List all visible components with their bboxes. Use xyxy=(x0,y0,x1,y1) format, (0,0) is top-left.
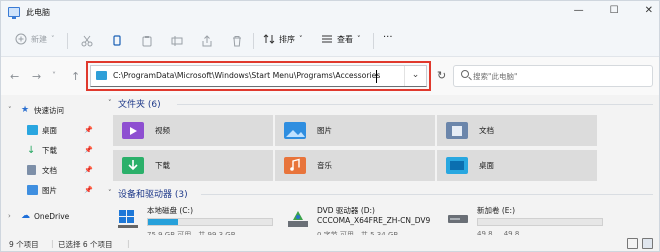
forward-arrow-icon[interactable]: → xyxy=(32,70,41,83)
divider xyxy=(253,33,254,49)
folder-videos[interactable]: 视频 xyxy=(113,115,273,146)
search-icon xyxy=(461,70,469,78)
divider xyxy=(201,194,653,195)
tiles-view-button[interactable] xyxy=(642,238,653,249)
rename-icon[interactable] xyxy=(171,35,183,47)
recent-dropdown-icon[interactable]: ˅ xyxy=(52,71,56,80)
chevron-down-icon[interactable]: ˅ xyxy=(108,99,112,107)
up-arrow-icon[interactable]: ↑ xyxy=(71,70,80,83)
star-icon: ★ xyxy=(21,105,30,115)
chevron-right-icon[interactable]: › xyxy=(8,212,11,220)
divider xyxy=(373,33,374,49)
chevron-down-icon: ˅ xyxy=(299,35,303,43)
window-title: 此电脑 xyxy=(26,8,50,17)
sidebar-item-desktop[interactable]: 桌面 📌 xyxy=(1,121,101,139)
share-icon[interactable] xyxy=(201,35,213,47)
address-row: ← → ˅ ↑ C:\ProgramData\Microsoft\Windows… xyxy=(1,57,659,95)
status-bar: 9 个项目 | 已选择 6 个项目 | xyxy=(1,235,659,251)
divider xyxy=(67,33,68,49)
pin-icon: 📌 xyxy=(84,126,93,134)
download-icon: ↓ xyxy=(27,145,36,156)
search-box[interactable]: 搜索"此电脑" xyxy=(453,65,657,87)
drive-icon xyxy=(96,71,107,80)
copy-icon[interactable] xyxy=(111,35,123,47)
videos-folder-icon xyxy=(122,122,144,139)
this-pc-icon xyxy=(8,7,20,19)
address-path[interactable]: C:\ProgramData\Microsoft\Windows\Start M… xyxy=(113,71,380,80)
sidebar-item-downloads[interactable]: ↓ 下载 📌 xyxy=(1,141,101,159)
chevron-down-icon[interactable]: ˅ xyxy=(108,189,112,197)
content-pane: ˅ 文件夹 (6) 视频 图片 文档 下载 音乐 桌面 ˅ 设备和驱动器 (3) xyxy=(105,95,657,239)
maximize-button[interactable]: ☐ xyxy=(610,5,619,16)
cloud-icon: ☁ xyxy=(21,211,30,221)
window-controls: — ☐ ✕ xyxy=(574,5,653,16)
document-icon xyxy=(27,165,36,175)
pin-icon: 📌 xyxy=(84,146,93,154)
storage-bar-fill xyxy=(148,219,178,225)
sidebar-item-onedrive[interactable]: › ☁ OneDrive xyxy=(1,207,101,225)
storage-bar xyxy=(147,218,273,226)
navigation-pane: ˅ ★ 快速访问 桌面 📌 ↓ 下载 📌 文档 📌 图片 📌 › ☁ OneDr… xyxy=(1,95,101,235)
folder-pictures[interactable]: 图片 xyxy=(275,115,435,146)
title-bar: 此电脑 — ☐ ✕ xyxy=(1,1,659,25)
desktop-icon xyxy=(27,125,38,135)
new-button[interactable]: 新建 ˅ xyxy=(15,33,55,45)
pictures-folder-icon xyxy=(284,122,306,139)
folder-documents[interactable]: 文档 xyxy=(437,115,597,146)
divider xyxy=(177,104,653,105)
view-icon xyxy=(322,35,332,43)
pin-icon: 📌 xyxy=(84,166,93,174)
item-count: 9 个项目 xyxy=(9,240,39,249)
divider: | xyxy=(51,239,54,248)
minimize-button[interactable]: — xyxy=(574,5,584,16)
sort-button[interactable]: 排序 ˅ xyxy=(263,33,303,45)
file-explorer-window: 此电脑 — ☐ ✕ 新建 ˅ 排序 ˅ 查看 ˅ ··· ← → ˅ ↑ C:\… xyxy=(0,0,660,252)
view-toggles xyxy=(627,238,653,249)
delete-icon[interactable] xyxy=(231,35,243,47)
desktop-folder-icon xyxy=(446,157,468,174)
folders-group-title[interactable]: 文件夹 (6) xyxy=(118,97,161,110)
drives-group-title[interactable]: 设备和驱动器 (3) xyxy=(118,187,188,200)
downloads-folder-icon xyxy=(122,157,144,174)
sort-icon xyxy=(263,34,275,44)
plus-circle-icon xyxy=(15,33,27,45)
sidebar-item-quick-access[interactable]: ˅ ★ 快速访问 xyxy=(1,101,101,119)
address-bar[interactable]: C:\ProgramData\Microsoft\Windows\Start M… xyxy=(90,65,427,87)
search-placeholder: 搜索"此电脑" xyxy=(473,72,518,81)
chevron-down-icon: ˅ xyxy=(357,35,361,43)
refresh-button[interactable]: ↻ xyxy=(437,69,446,82)
sidebar-item-documents[interactable]: 文档 📌 xyxy=(1,161,101,179)
details-view-button[interactable] xyxy=(627,238,638,249)
paste-icon[interactable] xyxy=(141,35,153,47)
hard-drive-icon xyxy=(448,215,468,223)
folder-desktop[interactable]: 桌面 xyxy=(437,150,597,181)
folder-music[interactable]: 音乐 xyxy=(275,150,435,181)
dvd-drive-icon xyxy=(288,211,308,227)
selected-count: 已选择 6 个项目 xyxy=(58,240,113,249)
windows-drive-icon xyxy=(118,210,138,228)
pin-icon: 📌 xyxy=(84,186,93,194)
more-options-button[interactable]: ··· xyxy=(383,32,393,43)
music-folder-icon xyxy=(284,157,306,174)
documents-folder-icon xyxy=(446,122,468,139)
view-button[interactable]: 查看 ˅ xyxy=(321,33,361,45)
storage-bar xyxy=(477,218,603,226)
cut-icon[interactable] xyxy=(81,35,93,47)
divider: | xyxy=(127,239,130,248)
pictures-icon xyxy=(27,185,38,195)
sidebar-item-pictures[interactable]: 图片 📌 xyxy=(1,181,101,199)
address-dropdown-button[interactable]: ⌄ xyxy=(404,66,426,86)
chevron-down-icon: ˅ xyxy=(51,35,55,43)
folder-downloads[interactable]: 下载 xyxy=(113,150,273,181)
close-button[interactable]: ✕ xyxy=(645,5,653,16)
chevron-down-icon[interactable]: ˅ xyxy=(8,106,12,114)
text-cursor xyxy=(376,70,377,83)
command-bar: 新建 ˅ 排序 ˅ 查看 ˅ ··· xyxy=(1,25,659,57)
back-arrow-icon[interactable]: ← xyxy=(10,70,19,83)
